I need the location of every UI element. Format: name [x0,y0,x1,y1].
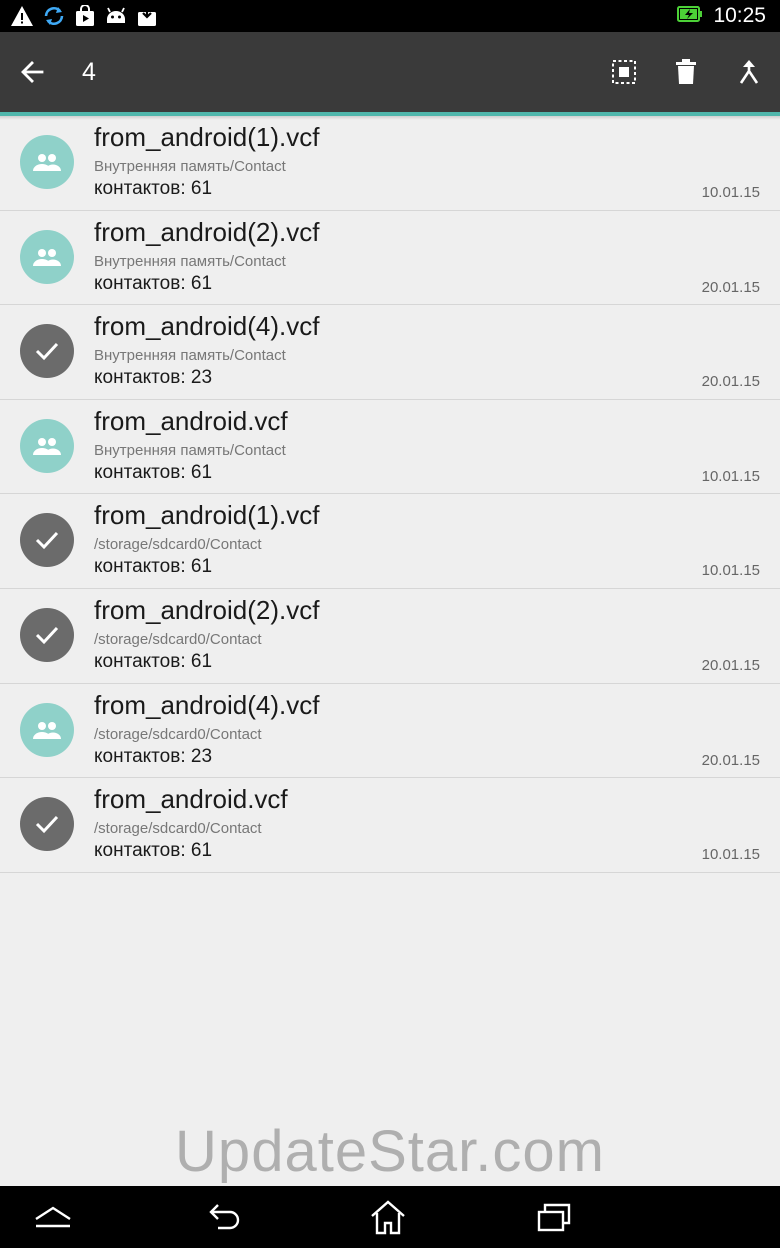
delete-button[interactable] [668,54,704,90]
select-all-button[interactable] [606,54,642,90]
contacts-group-icon [33,437,61,455]
selected-check-avatar[interactable] [20,324,74,379]
contact-count: контактов: 23 [94,745,213,767]
download-icon [136,5,158,27]
file-path: Внутренняя память/Contact [94,252,286,270]
battery-charging-icon [677,5,703,27]
file-row[interactable]: from_android.vcf/storage/sdcard0/Contact… [0,778,780,873]
file-name: from_android(1).vcf [94,122,320,152]
file-date: 20.01.15 [701,278,760,296]
check-icon [35,816,59,834]
file-date: 10.01.15 [701,467,760,485]
app-bar: 4 [0,32,780,112]
delete-icon [676,59,696,84]
file-path: Внутренняя память/Contact [94,441,286,459]
file-date: 20.01.15 [701,751,760,769]
back-nav-button[interactable] [202,1196,246,1238]
file-path: /storage/sdcard0/Contact [94,630,262,648]
file-name: from_android(2).vcf [94,594,320,625]
contact-count: контактов: 61 [94,272,213,294]
contacts-avatar[interactable] [20,702,74,757]
file-row[interactable]: from_android(1).vcf Внутренняя память/Con… [0,116,780,211]
selected-check-avatar[interactable] [20,607,74,662]
contact-count: контактов: 23 [94,367,213,389]
file-path: /storage/sdcard0/Contact [94,820,262,838]
chevron-up-icon [35,1206,71,1228]
back-icon [209,1204,240,1230]
contacts-group-icon [33,721,61,739]
check-icon [35,626,59,645]
file-name: from_android(4).vcf [94,311,320,342]
collapse-button[interactable] [31,1196,75,1238]
watermark: UpdateStar.com [175,1119,605,1184]
contact-count: контактов: 61 [94,840,213,862]
contacts-group-icon [33,248,61,266]
merge-icon [739,60,759,84]
contact-count: контактов: 61 [94,650,213,672]
contacts-avatar[interactable] [20,135,74,189]
file-row[interactable]: from_android(4).vcf/storage/sdcard0/Cont… [0,684,780,779]
file-row[interactable]: from_android(4).vcf Внутренняя память/Con… [0,305,780,400]
selected-check-avatar[interactable] [20,513,74,568]
check-icon [35,532,59,550]
file-path: Внутренняя память/Contact [94,347,286,365]
store-icon [74,5,96,27]
clock: 10:25 [713,4,766,27]
home-icon [371,1200,405,1235]
file-list: from_android(1).vcf Внутренняя память/Con… [0,116,780,873]
sync-icon [42,4,66,28]
warning-icon [10,5,34,27]
file-row[interactable]: from_android.vcf Внутренняя память/Contac… [0,400,780,495]
contacts-avatar[interactable] [20,229,74,284]
selected-check-avatar[interactable] [20,797,74,852]
recent-apps-icon [537,1203,571,1232]
file-name: from_android.vcf [94,405,288,436]
file-date: 20.01.15 [701,373,760,391]
status-bar: 10:25 [0,0,780,32]
file-name: from_android(1).vcf [94,500,320,531]
file-date: 10.01.15 [701,846,760,864]
file-date: 20.01.15 [701,656,760,674]
check-icon [35,343,59,361]
file-path: Внутренняя память/Contact [94,158,286,175]
file-date: 10.01.15 [701,184,760,201]
contact-count: контактов: 61 [94,178,213,199]
navigation-bar [0,1186,780,1248]
contact-count: контактов: 61 [94,461,213,483]
contacts-avatar[interactable] [20,418,74,473]
file-name: from_android.vcf [94,784,288,815]
home-button[interactable] [366,1196,410,1238]
contacts-group-icon [33,154,61,171]
contact-count: контактов: 61 [94,556,213,578]
file-row[interactable]: from_android(2).vcf/storage/sdcard0/Cont… [0,589,780,684]
selection-count: 4 [82,58,96,86]
file-row[interactable]: from_android(2).vcf Внутренняя память/Con… [0,211,780,306]
merge-button[interactable] [731,54,767,90]
arrow-back-icon [21,61,44,83]
file-path: /storage/sdcard0/Contact [94,536,262,554]
file-row[interactable]: from_android(1).vcf/storage/sdcard0/Cont… [0,494,780,589]
file-name: from_android(2).vcf [94,216,320,247]
file-date: 10.01.15 [701,562,760,580]
select-all-icon [612,60,636,84]
back-button[interactable] [14,54,50,90]
file-path: /storage/sdcard0/Contact [94,725,262,743]
android-icon [104,5,128,27]
recent-apps-button[interactable] [532,1196,576,1238]
file-name: from_android(4).vcf [94,689,320,720]
